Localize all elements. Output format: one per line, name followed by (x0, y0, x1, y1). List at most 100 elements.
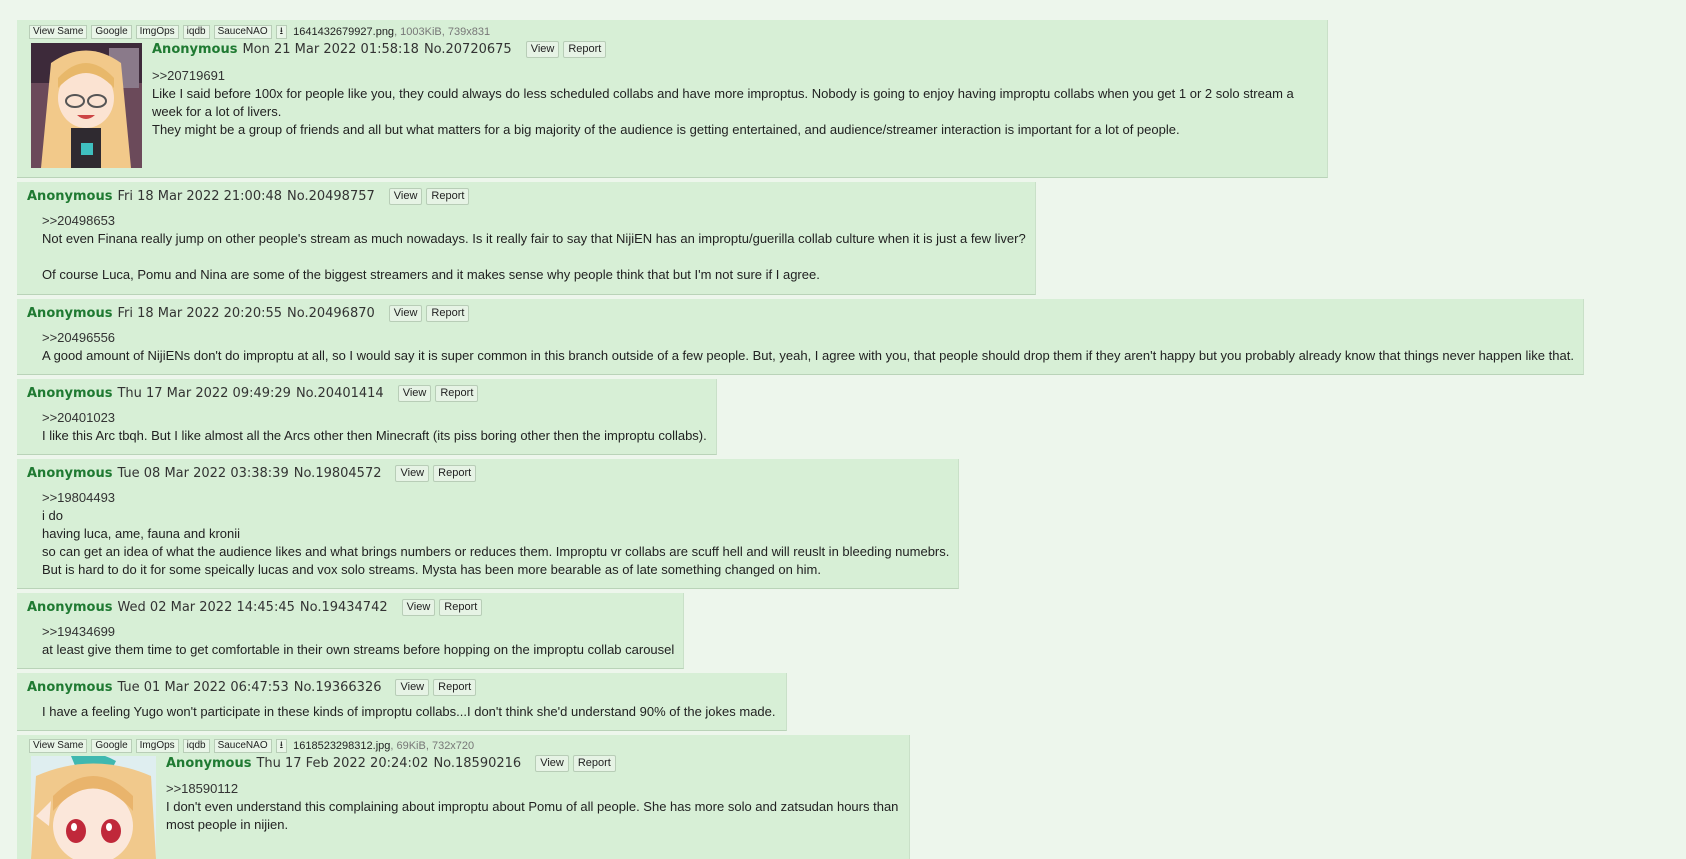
post-date: Tue 01 Mar 2022 06:47:53 (117, 680, 289, 695)
post-text: Of course Luca, Pomu and Nina are some o… (42, 267, 820, 282)
poster-name: Anonymous (27, 466, 113, 481)
post-thumbnail[interactable] (31, 756, 156, 859)
anime-girl-thumbnail-image (31, 43, 142, 168)
post-date: Mon 21 Mar 2022 01:58:18 (242, 42, 419, 57)
post-text: Like I said before 100x for people like … (152, 86, 1294, 119)
post: Anonymous Fri 18 Mar 2022 21:00:48 No.20… (17, 182, 1036, 295)
report-button[interactable]: Report (433, 465, 477, 482)
view-button[interactable]: View (525, 41, 560, 58)
post-text: i do (42, 508, 63, 523)
view-same-button[interactable]: View Same (29, 739, 88, 753)
view-same-button[interactable]: View Same (29, 25, 88, 39)
post-date: Wed 02 Mar 2022 14:45:45 (117, 600, 295, 615)
post-date: Fri 18 Mar 2022 20:20:55 (117, 306, 283, 321)
report-button[interactable]: Report (563, 41, 607, 58)
post-number[interactable]: No.20720675 (424, 42, 512, 57)
post-text: Not even Finana really jump on other peo… (42, 231, 1026, 246)
view-button[interactable]: View (395, 465, 430, 482)
download-icon[interactable]: ⭳ (275, 739, 288, 753)
post-text: I don't even understand this complaining… (166, 799, 899, 832)
report-button[interactable]: Report (426, 188, 470, 205)
imgops-button[interactable]: ImgOps (135, 739, 179, 753)
google-button[interactable]: Google (91, 25, 132, 39)
post-text: They might be a group of friends and all… (152, 122, 1180, 137)
saucenao-button[interactable]: SauceNAO (213, 739, 272, 753)
poster-name: Anonymous (27, 600, 113, 615)
file-meta: , 1003KiB, 739x831 (394, 26, 491, 38)
post-header: Anonymous Fri 18 Mar 2022 20:20:55 No.20… (27, 305, 470, 322)
quote-link[interactable]: >>20496556 (42, 329, 1582, 347)
post: View Same Google ImgOps iqdb SauceNAO ⭳ … (17, 735, 910, 859)
post-number[interactable]: No.19366326 (294, 680, 382, 695)
report-button[interactable]: Report (572, 755, 616, 772)
post-date: Thu 17 Mar 2022 09:49:29 (117, 386, 291, 401)
view-button[interactable]: View (397, 385, 432, 402)
poster-name: Anonymous (27, 306, 113, 321)
post-header: Anonymous Tue 01 Mar 2022 06:47:53 No.19… (27, 679, 477, 696)
file-meta: , 69KiB, 732x720 (390, 740, 475, 752)
post-number[interactable]: No.19434742 (300, 600, 388, 615)
post-text: so can get an idea of what the audience … (42, 544, 950, 559)
anime-girl-thumbnail-image (31, 756, 156, 859)
download-icon[interactable]: ⭳ (275, 25, 288, 39)
quote-link[interactable]: >>18590112 (166, 780, 901, 798)
view-button[interactable]: View (395, 679, 430, 696)
post-text: at least give them time to get comfortab… (42, 642, 675, 657)
quote-link[interactable]: >>20401023 (42, 409, 714, 427)
post: Anonymous Tue 08 Mar 2022 03:38:39 No.19… (17, 459, 959, 589)
post-thumbnail[interactable] (31, 43, 142, 168)
post: View Same Google ImgOps iqdb SauceNAO ⭳ … (17, 20, 1328, 178)
poster-name: Anonymous (152, 42, 238, 57)
post-header: Anonymous Thu 17 Feb 2022 20:24:02 No.18… (166, 755, 616, 772)
post-header: Anonymous Mon 21 Mar 2022 01:58:18 No.20… (152, 41, 607, 58)
view-button[interactable]: View (388, 188, 423, 205)
iqdb-button[interactable]: iqdb (182, 25, 210, 39)
report-button[interactable]: Report (439, 599, 483, 616)
image-toolbar: View Same Google ImgOps iqdb SauceNAO ⭳ … (29, 739, 474, 753)
poster-name: Anonymous (27, 680, 113, 695)
post-text: I like this Arc tbqh. But I like almost … (42, 428, 707, 443)
post: Anonymous Thu 17 Mar 2022 09:49:29 No.20… (17, 379, 717, 455)
post: Anonymous Tue 01 Mar 2022 06:47:53 No.19… (17, 673, 787, 731)
report-button[interactable]: Report (426, 305, 470, 322)
quote-link[interactable]: >>20719691 (152, 67, 1312, 85)
saucenao-button[interactable]: SauceNAO (213, 25, 272, 39)
report-button[interactable]: Report (435, 385, 479, 402)
post-header: Anonymous Thu 17 Mar 2022 09:49:29 No.20… (27, 385, 479, 402)
post-body: >>20719691 Like I said before 100x for p… (152, 67, 1312, 139)
post-body: >>20498653 Not even Finana really jump o… (42, 212, 1032, 284)
post: Anonymous Fri 18 Mar 2022 20:20:55 No.20… (17, 299, 1584, 375)
google-button[interactable]: Google (91, 739, 132, 753)
poster-name: Anonymous (27, 189, 113, 204)
post-header: Anonymous Wed 02 Mar 2022 14:45:45 No.19… (27, 599, 483, 616)
post-body: >>20496556 A good amount of NijiENs don'… (42, 329, 1582, 365)
post-number[interactable]: No.18590216 (433, 756, 521, 771)
image-toolbar: View Same Google ImgOps iqdb SauceNAO ⭳ … (29, 25, 490, 39)
file-name-link[interactable]: 1641432679927.png (293, 26, 394, 38)
post-date: Tue 08 Mar 2022 03:38:39 (117, 466, 289, 481)
post-number[interactable]: No.20498757 (287, 189, 375, 204)
imgops-button[interactable]: ImgOps (135, 25, 179, 39)
file-name-link[interactable]: 1618523298312.jpg (293, 740, 390, 752)
post-text: having luca, ame, fauna and kronii (42, 526, 241, 541)
report-button[interactable]: Report (433, 679, 477, 696)
poster-name: Anonymous (166, 756, 252, 771)
view-button[interactable]: View (401, 599, 436, 616)
view-button[interactable]: View (388, 305, 423, 322)
post-number[interactable]: No.20401414 (296, 386, 384, 401)
post-body: >>18590112 I don't even understand this … (166, 780, 901, 834)
post-number[interactable]: No.19804572 (294, 466, 382, 481)
poster-name: Anonymous (27, 386, 113, 401)
iqdb-button[interactable]: iqdb (182, 739, 210, 753)
post-text: But is hard to do it for some speically … (42, 562, 821, 577)
post-body: >>19434699 at least give them time to ge… (42, 623, 682, 659)
post-number[interactable]: No.20496870 (287, 306, 375, 321)
quote-link[interactable]: >>20498653 (42, 212, 1032, 230)
post-header: Anonymous Tue 08 Mar 2022 03:38:39 No.19… (27, 465, 477, 482)
post-date: Thu 17 Feb 2022 20:24:02 (256, 756, 429, 771)
quote-link[interactable]: >>19434699 (42, 623, 682, 641)
post-body: >>20401023 I like this Arc tbqh. But I l… (42, 409, 714, 445)
post-text (42, 248, 1032, 266)
view-button[interactable]: View (535, 755, 569, 772)
quote-link[interactable]: >>19804493 (42, 489, 957, 507)
